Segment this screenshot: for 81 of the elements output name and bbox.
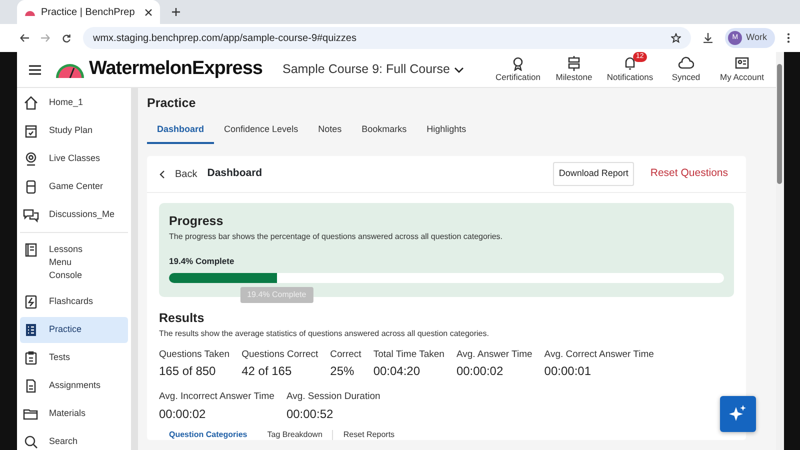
certificate-nav-item[interactable]: Certification — [492, 55, 544, 84]
scrollbar-thumb[interactable] — [777, 64, 782, 184]
sidebar-item[interactable]: Study Plan — [20, 118, 128, 144]
back-link[interactable]: Back — [175, 166, 198, 182]
star-icon[interactable] — [671, 33, 682, 43]
browser-tab[interactable]: Practice | BenchPrep — [17, 0, 160, 24]
sidebar-item[interactable]: Search — [20, 429, 128, 450]
section-title: Results — [159, 310, 206, 328]
section-description: The progress bar shows the percentage of questions answered across all question categories. — [169, 230, 504, 242]
stat-label: Questions Correct — [242, 348, 318, 362]
page-tab[interactable]: Confidence Levels — [214, 118, 308, 144]
chevron-left-icon[interactable] — [159, 170, 165, 178]
stat-value: 00:00:02 — [159, 406, 207, 422]
card-icon — [734, 55, 750, 72]
sidebar-item[interactable]: Flashcards — [20, 289, 128, 315]
report-tab[interactable]: Reset Reports — [332, 430, 405, 440]
chat-bubbles-icon — [23, 207, 39, 223]
cloud-nav-item[interactable]: Synced — [660, 55, 712, 84]
reload-icon[interactable] — [62, 34, 71, 42]
stat-value: 42 of 165 — [242, 363, 293, 380]
stat-value: 25% — [330, 363, 356, 380]
document-icon — [23, 242, 39, 258]
page-tab[interactable]: Dashboard — [147, 118, 214, 144]
report-tab[interactable]: Tag Breakdown — [257, 430, 332, 440]
download-report-button[interactable]: Download Report — [552, 162, 634, 186]
stat-value: 165 of 850 — [159, 363, 217, 380]
logo-text[interactable]: WatermelonExpress — [89, 55, 262, 84]
stat-value: 00:00:01 — [544, 363, 592, 380]
clipboard-icon — [23, 350, 39, 366]
sidebar-item[interactable]: Live Classes — [20, 146, 128, 172]
watermelon-logo-icon — [55, 62, 85, 78]
course-selector[interactable]: Sample Course 9: Full Course — [282, 60, 450, 79]
sidebar-item[interactable]: Tests — [20, 345, 128, 371]
stat-label: Avg. Session Duration — [286, 390, 380, 404]
more-menu-icon[interactable] — [787, 33, 790, 43]
card-title: Dashboard — [207, 166, 262, 182]
calendar-icon — [23, 123, 39, 139]
stat-label: Correct — [330, 348, 362, 362]
stat-label: Avg. Answer Time — [456, 348, 532, 362]
stat-label: Avg. Correct Answer Time — [544, 348, 654, 362]
page-tab[interactable]: Highlights — [416, 118, 476, 144]
watermelon-icon — [25, 8, 35, 16]
close-icon[interactable] — [145, 8, 152, 16]
ai-assistant-button[interactable] — [720, 396, 756, 432]
address-bar[interactable]: wmx.staging.benchprep.com/app/sample-course-9#quizzes — [83, 27, 692, 49]
milestone-nav-item[interactable]: Milestone — [548, 55, 600, 84]
sidebar-item[interactable]: Lessons Menu Console — [20, 237, 128, 287]
sidebar-item[interactable]: Assignments — [20, 373, 128, 399]
sidebar-item[interactable]: Discussions_Me — [20, 202, 128, 228]
stat-label: Questions Taken — [159, 348, 230, 362]
cloud-icon — [678, 55, 694, 72]
card-nav-item[interactable]: My Account — [716, 55, 768, 84]
house-icon — [23, 95, 39, 111]
section-description: The results show the average statistics of questions answered across all question categories. — [159, 328, 490, 340]
list-grid-icon — [23, 322, 39, 338]
tab-title: Practice | BenchPrep — [41, 6, 135, 20]
sidebar-item[interactable]: Game Center — [20, 174, 128, 200]
page-tab[interactable]: Notes — [308, 118, 352, 144]
webcam-icon — [23, 151, 39, 167]
new-tab-icon[interactable] — [172, 8, 180, 16]
report-tab[interactable]: Question Categories — [159, 430, 258, 440]
download-icon[interactable] — [703, 33, 714, 43]
menu-icon[interactable] — [29, 64, 41, 74]
chevron-down-icon[interactable] — [454, 66, 464, 72]
stat-label: Total Time Taken — [373, 348, 444, 362]
stat-value: 00:00:52 — [286, 406, 334, 422]
flash-card-icon — [23, 294, 39, 310]
stat-value: 00:00:02 — [456, 363, 504, 380]
page-tab[interactable]: Bookmarks — [352, 118, 417, 144]
sidebar-item[interactable]: Materials — [20, 401, 128, 427]
sidebar-item[interactable]: Home_1 — [20, 90, 128, 116]
back-arrow-icon[interactable] — [20, 34, 29, 42]
stat-label: Avg. Incorrect Answer Time — [159, 390, 274, 404]
reset-questions-button[interactable]: Reset Questions — [644, 165, 734, 183]
page-title: Practice — [147, 95, 197, 112]
search-icon — [23, 434, 39, 450]
section-title: Progress — [169, 212, 224, 230]
progress-reading: 19.4% Complete — [169, 254, 236, 268]
milestone-icon — [566, 55, 582, 72]
sidebar-item[interactable]: Practice — [20, 317, 128, 343]
stat-value: 00:04:20 — [373, 363, 422, 380]
